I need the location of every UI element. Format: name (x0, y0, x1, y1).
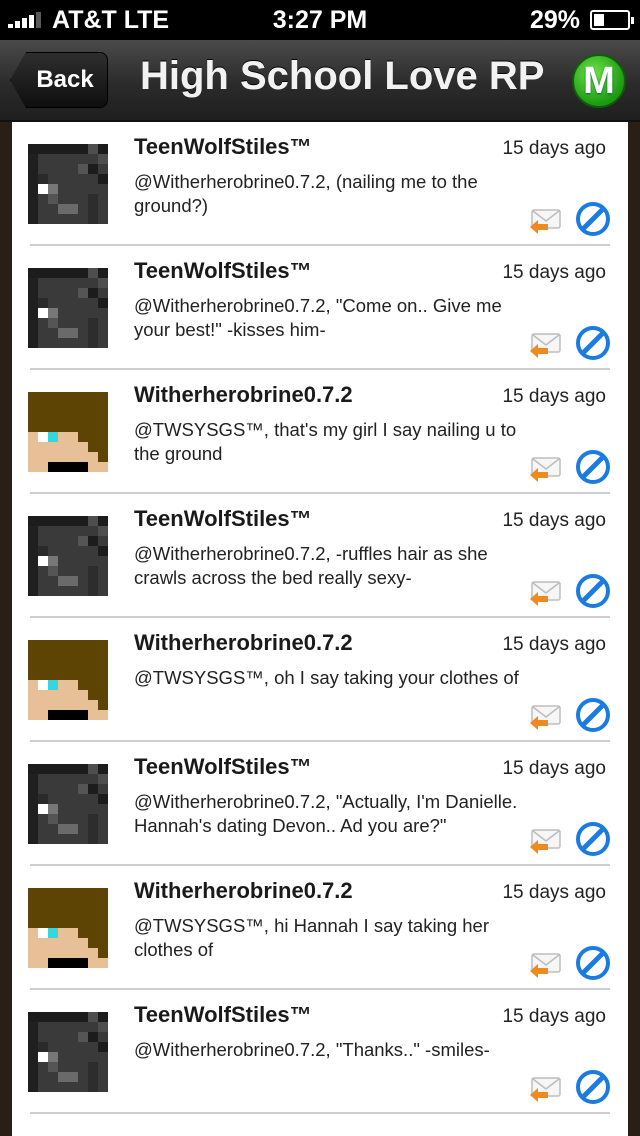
post-message: @TWSYSGS™, hi Hannah I say taking her cl… (134, 915, 490, 960)
block-icon[interactable] (576, 202, 610, 236)
post-username[interactable]: Witherherobrine0.7.2 (134, 878, 353, 904)
post-message: @Witherherobrine0.7.2, "Actually, I'm Da… (134, 791, 518, 836)
block-icon[interactable] (576, 326, 610, 360)
block-icon[interactable] (576, 698, 610, 732)
post-item[interactable]: TeenWolfStiles™ 15 days ago @Witherherobri… (28, 494, 610, 618)
post-username[interactable]: TeenWolfStiles™ (134, 506, 312, 532)
block-icon[interactable] (576, 1070, 610, 1104)
post-timestamp: 15 days ago (502, 758, 606, 779)
status-bar: AT&T LTE 3:27 PM 29% (0, 0, 640, 40)
reply-mail-icon[interactable] (530, 1076, 562, 1102)
reply-mail-icon[interactable] (530, 332, 562, 358)
reply-mail-icon[interactable] (530, 828, 562, 854)
battery-percent: 29% (529, 6, 580, 34)
post-message: @TWSYSGS™, oh I say taking your clothes … (134, 667, 519, 688)
post-list[interactable]: TeenWolfStiles™ 15 days ago @Witherherobri… (12, 122, 628, 1136)
block-icon[interactable] (576, 450, 610, 484)
post-username[interactable]: TeenWolfStiles™ (134, 754, 312, 780)
post-timestamp: 15 days ago (502, 1006, 606, 1027)
page-title: High School Love RP (140, 54, 545, 98)
block-icon[interactable] (576, 946, 610, 980)
reply-mail-icon[interactable] (530, 580, 562, 606)
m-badge-icon[interactable]: M (572, 54, 626, 108)
post-item[interactable]: Witherherobrine0.7.2 15 days ago @TWSYSGS™… (28, 370, 610, 494)
post-timestamp: 15 days ago (502, 882, 606, 903)
post-message: @Witherherobrine0.7.2, -ruffles hair as … (134, 543, 488, 588)
avatar[interactable] (28, 516, 108, 596)
post-username[interactable]: TeenWolfStiles™ (134, 1002, 312, 1028)
post-message: @Witherherobrine0.7.2, "Come on.. Give m… (134, 295, 502, 340)
reply-mail-icon[interactable] (530, 208, 562, 234)
post-item[interactable]: TeenWolfStiles™ 15 days ago @Witherherobri… (28, 122, 610, 246)
avatar[interactable] (28, 1012, 108, 1092)
avatar[interactable] (28, 392, 108, 472)
battery-icon (590, 10, 634, 30)
post-username[interactable]: Witherherobrine0.7.2 (134, 382, 353, 408)
block-icon[interactable] (576, 574, 610, 608)
post-timestamp: 15 days ago (502, 386, 606, 407)
post-item[interactable]: TeenWolfStiles™ 15 days ago @Witherherobri… (28, 246, 610, 370)
post-message: @Witherherobrine0.7.2, "Thanks.." -smile… (134, 1039, 490, 1060)
avatar[interactable] (28, 640, 108, 720)
post-timestamp: 15 days ago (502, 138, 606, 159)
post-item[interactable]: Witherherobrine0.7.2 15 days ago @TWSYSGS™… (28, 866, 610, 990)
post-username[interactable]: TeenWolfStiles™ (134, 134, 312, 160)
navigation-bar: Back High School Love RP M (0, 40, 640, 122)
post-timestamp: 15 days ago (502, 510, 606, 531)
post-username[interactable]: Witherherobrine0.7.2 (134, 630, 353, 656)
post-timestamp: 15 days ago (502, 262, 606, 283)
back-button[interactable]: Back (10, 52, 108, 108)
reply-mail-icon[interactable] (530, 952, 562, 978)
reply-mail-icon[interactable] (530, 704, 562, 730)
block-icon[interactable] (576, 822, 610, 856)
avatar[interactable] (28, 888, 108, 968)
post-message: @TWSYSGS™, that's my girl I say nailing … (134, 419, 517, 464)
post-timestamp: 15 days ago (502, 634, 606, 655)
post-username[interactable]: TeenWolfStiles™ (134, 258, 312, 284)
post-message: @Witherherobrine0.7.2, (nailing me to th… (134, 171, 478, 216)
avatar[interactable] (28, 144, 108, 224)
reply-mail-icon[interactable] (530, 456, 562, 482)
avatar[interactable] (28, 268, 108, 348)
post-item[interactable]: TeenWolfStiles™ 15 days ago @Witherherobri… (28, 990, 610, 1114)
post-item[interactable]: TeenWolfStiles™ 15 days ago @Witherherobri… (28, 742, 610, 866)
post-item[interactable]: Witherherobrine0.7.2 15 days ago @TWSYSGS™… (28, 618, 610, 742)
avatar[interactable] (28, 764, 108, 844)
